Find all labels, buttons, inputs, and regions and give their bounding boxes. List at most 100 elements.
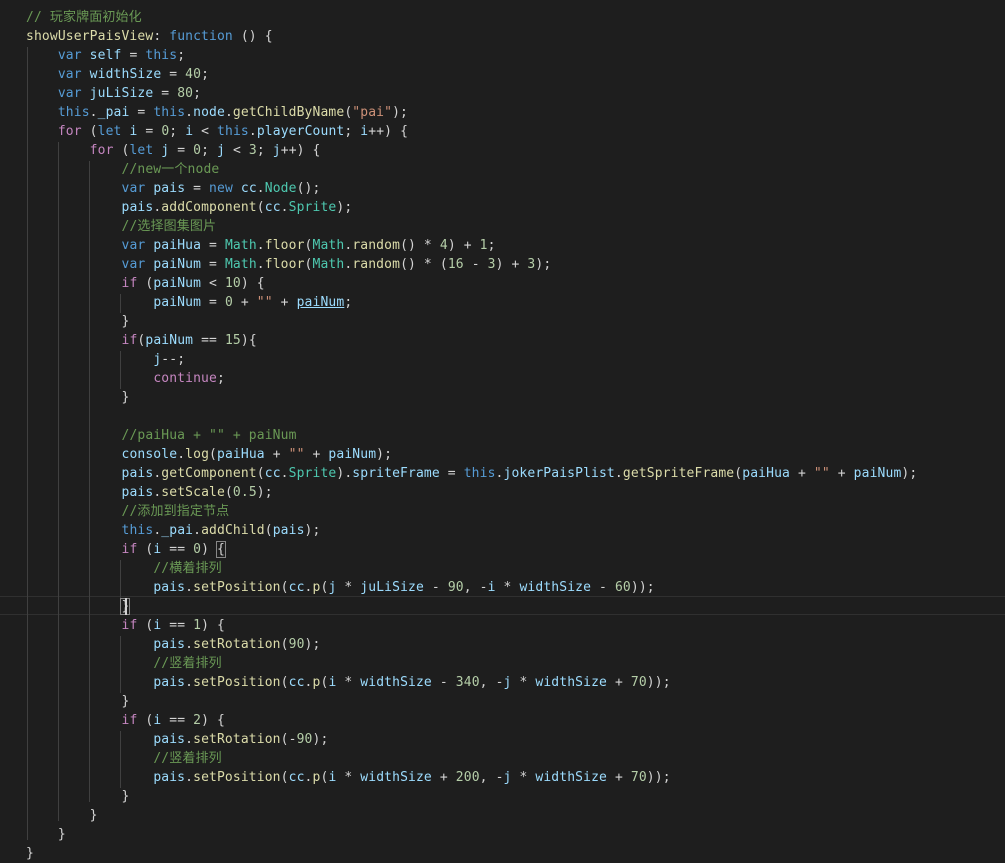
code-line[interactable]: //paiHua + "" + paiNum xyxy=(26,426,297,445)
code-line[interactable]: pais.setPosition(cc.p(i * widthSize - 34… xyxy=(26,673,671,692)
code-line[interactable]: paiNum = 0 + "" + paiNum; xyxy=(26,293,352,312)
code-token: * xyxy=(336,580,361,595)
code-token: == xyxy=(161,713,194,728)
code-token: . xyxy=(614,466,623,481)
code-line[interactable]: showUserPaisView: function () { xyxy=(26,27,273,46)
code-token: 200 xyxy=(455,770,480,785)
code-line[interactable]: pais.addComponent(cc.Sprite); xyxy=(26,198,352,217)
code-line[interactable]: pais.getComponent(cc.Sprite).spriteFrame… xyxy=(26,464,917,483)
code-line[interactable]: pais.setScale(0.5); xyxy=(26,483,273,502)
code-token: = xyxy=(161,67,186,82)
code-line[interactable]: // 玩家牌面初始化 xyxy=(26,8,142,27)
code-token: ( xyxy=(81,124,98,139)
code-line[interactable]: this._pai = this.node.getChildByName("pa… xyxy=(26,103,408,122)
code-line[interactable]: if(paiNum == 15){ xyxy=(26,331,257,350)
code-line[interactable]: //new一个node xyxy=(26,160,219,179)
code-line[interactable]: if (i == 1) { xyxy=(26,616,225,635)
code-token: paiHua xyxy=(742,466,790,481)
code-line[interactable]: pais.setRotation(90); xyxy=(26,635,320,654)
code-line[interactable]: } xyxy=(26,692,129,711)
code-line[interactable]: //选择图集图片 xyxy=(26,217,216,236)
code-token: cc xyxy=(264,466,281,481)
code-token: , - xyxy=(479,770,504,785)
code-line[interactable]: //竖着排列 xyxy=(26,749,222,768)
code-line[interactable]: var widthSize = 40; xyxy=(26,65,209,84)
code-line[interactable]: console.log(paiHua + "" + paiNum); xyxy=(26,445,392,464)
code-line[interactable]: for (let i = 0; i < this.playerCount; i+… xyxy=(26,122,408,141)
code-token: paiNum xyxy=(296,295,345,310)
code-token: var xyxy=(121,181,146,196)
code-token: i xyxy=(185,124,194,139)
code-line[interactable]: if (i == 0) { xyxy=(26,540,226,559)
code-line[interactable]: j--; xyxy=(26,350,185,369)
code-token: ( xyxy=(256,200,265,215)
code-line[interactable]: continue; xyxy=(26,369,225,388)
code-token: _pai xyxy=(161,523,194,538)
code-token: 4 xyxy=(439,238,448,253)
code-token: getComponent xyxy=(161,466,257,481)
code-line[interactable]: var self = this; xyxy=(26,46,185,65)
code-line[interactable]: for (let j = 0; j < 3; j++) { xyxy=(26,141,321,160)
code-token: - xyxy=(423,580,448,595)
code-line[interactable]: if (i == 2) { xyxy=(26,711,225,730)
code-line[interactable]: } xyxy=(26,388,129,407)
code-line[interactable]: pais.setPosition(cc.p(j * juLiSize - 90,… xyxy=(26,578,655,597)
code-line[interactable]: var paiNum = Math.floor(Math.random() * … xyxy=(26,255,551,274)
code-token: , - xyxy=(479,675,504,690)
code-line[interactable]: } xyxy=(26,787,129,806)
code-token: 80 xyxy=(177,86,194,101)
code-line[interactable]: if (paiNum < 10) { xyxy=(26,274,265,293)
code-token: ){ xyxy=(240,333,257,348)
code-token: } xyxy=(26,827,66,842)
code-line[interactable]: pais.setRotation(-90); xyxy=(26,730,328,749)
code-token: + xyxy=(607,770,631,785)
code-token: spriteFrame xyxy=(352,466,440,481)
code-line[interactable]: var paiHua = Math.floor(Math.random() * … xyxy=(26,236,496,255)
code-token: ) { xyxy=(201,618,225,633)
code-token: . xyxy=(256,238,265,253)
code-token: . xyxy=(89,105,98,120)
code-token: this xyxy=(463,466,496,481)
code-token: } xyxy=(26,390,130,405)
code-line[interactable]: var pais = new cc.Node(); xyxy=(26,179,320,198)
code-line[interactable]: //横着排列 xyxy=(26,559,222,578)
code-token: j xyxy=(503,770,512,785)
code-token: ( xyxy=(304,238,313,253)
code-token: )); xyxy=(630,580,655,595)
code-line[interactable]: pais.setPosition(cc.p(i * widthSize + 20… xyxy=(26,768,671,787)
code-token: //竖着排列 xyxy=(153,751,222,766)
code-line[interactable]: this._pai.addChild(pais); xyxy=(26,521,320,540)
code-line[interactable]: } xyxy=(26,844,34,863)
code-token: pais xyxy=(153,580,186,595)
code-token: if xyxy=(121,542,138,557)
code-line[interactable]: //竖着排列 xyxy=(26,654,222,673)
code-token: < xyxy=(193,124,218,139)
code-line[interactable]: var juLiSize = 80; xyxy=(26,84,201,103)
code-token: Sprite xyxy=(288,200,337,215)
code-token: ; xyxy=(201,67,210,82)
code-editor[interactable]: // 玩家牌面初始化 showUserPaisView: function () … xyxy=(0,0,1005,861)
code-line[interactable]: } xyxy=(26,312,129,331)
code-line[interactable]: //添加到指定节点 xyxy=(26,502,229,521)
code-token: for xyxy=(57,124,82,139)
code-token: pais xyxy=(153,732,186,747)
code-token: --; xyxy=(161,352,186,367)
code-token: ; xyxy=(193,86,202,101)
code-line[interactable]: } xyxy=(26,806,98,825)
code-token: j xyxy=(503,675,512,690)
code-token: 40 xyxy=(185,67,202,82)
code-line[interactable]: } xyxy=(26,825,66,844)
code-token: * xyxy=(336,770,361,785)
code-token: = xyxy=(153,86,178,101)
code-line[interactable]: } xyxy=(26,597,131,616)
code-token: setPosition xyxy=(193,675,281,690)
